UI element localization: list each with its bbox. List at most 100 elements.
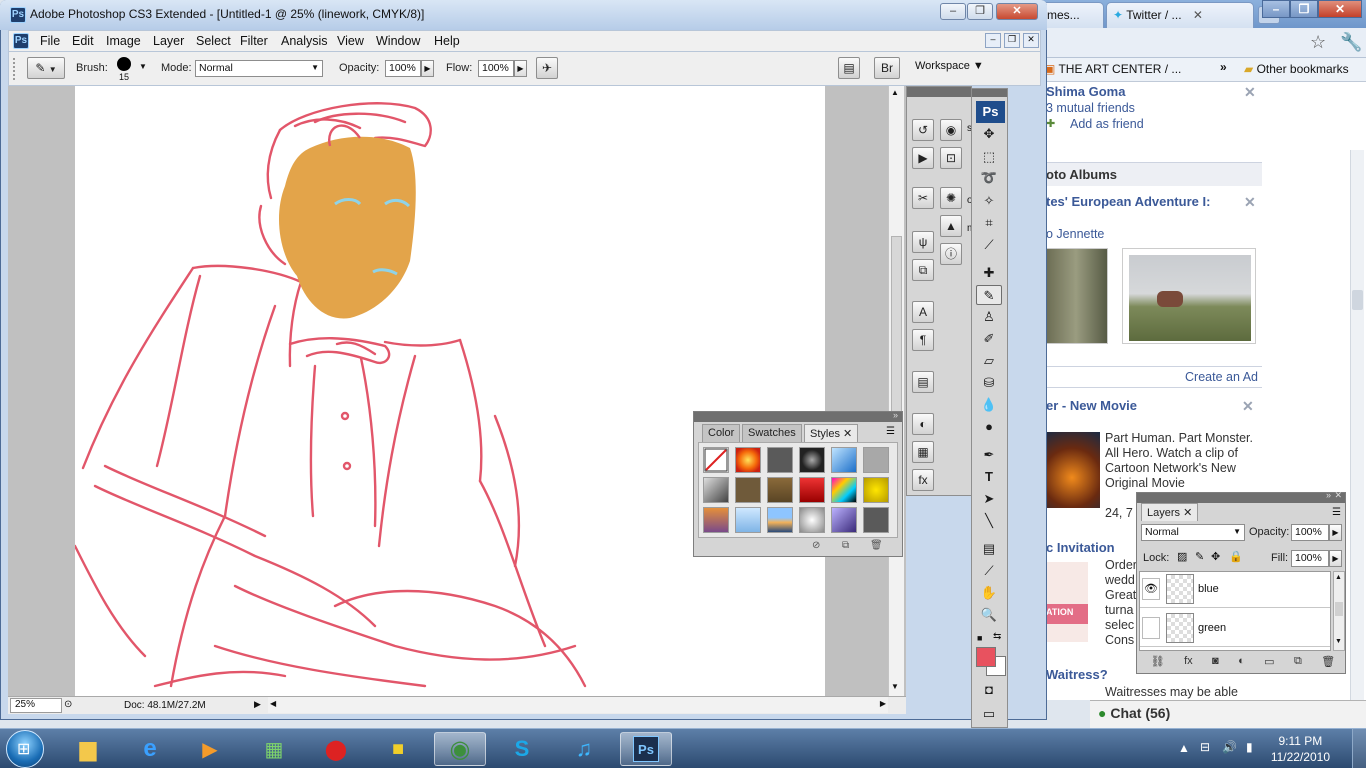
layer-comps-icon[interactable]: ▤ (912, 371, 934, 393)
screen-mode-icon[interactable]: ▭ (976, 704, 1002, 724)
palette-well-icon[interactable]: ▤ (838, 57, 860, 79)
scrollbar-thumb[interactable] (891, 236, 902, 436)
marquee-tool-icon[interactable]: ⬚ (976, 147, 1002, 167)
style-swatch[interactable] (767, 507, 793, 533)
wrench-icon[interactable]: 🔧 (1340, 32, 1362, 53)
link-layers-icon[interactable]: ⛓ (1151, 655, 1165, 673)
lock-pixels-icon[interactable]: ✎ (1195, 550, 1204, 563)
fill-slider-button[interactable]: ▶ (1329, 550, 1342, 567)
layer-row[interactable]: green (1140, 609, 1330, 647)
tool-presets-icon[interactable]: ✂ (912, 187, 934, 209)
style-swatch[interactable] (703, 507, 729, 533)
status-menu-arrow-icon[interactable]: ▶ (254, 699, 261, 710)
menu-select[interactable]: Select (196, 34, 231, 48)
taskbar-internet-explorer[interactable]: e (124, 732, 176, 766)
close-icon[interactable]: ✕ (1244, 84, 1256, 101)
character-icon[interactable]: A (912, 301, 934, 323)
ad-image[interactable]: ATION (1044, 562, 1088, 642)
line-tool-icon[interactable]: ╲ (976, 511, 1002, 531)
add-friend-link[interactable]: Add as friend (1070, 117, 1144, 131)
close-icon[interactable]: ✕ (1193, 8, 1203, 22)
eraser-tool-icon[interactable]: ▱ (976, 351, 1002, 371)
tab-swatches[interactable]: Swatches (742, 424, 802, 442)
close-button[interactable]: ✕ (1318, 0, 1362, 18)
opacity-slider-button[interactable]: ▶ (421, 60, 434, 77)
album-title[interactable]: tes' European Adventure I: (1046, 194, 1210, 209)
menu-view[interactable]: View (337, 34, 364, 48)
browser-scrollbar[interactable] (1350, 150, 1364, 700)
menu-file[interactable]: File (40, 34, 60, 48)
layers-scrollbar[interactable]: ▲ ▼ (1333, 571, 1345, 651)
signal-icon[interactable]: ▮ (1246, 740, 1253, 754)
opacity-slider-button[interactable]: ▶ (1329, 524, 1342, 541)
zoom-tool-icon[interactable]: 🔍 (976, 605, 1002, 625)
network-icon[interactable]: ⊟ (1200, 740, 1210, 754)
workspace-menu[interactable]: Workspace ▼ (915, 60, 984, 72)
ad-image[interactable] (1044, 432, 1100, 508)
hand-tool-icon[interactable]: ✋ (976, 583, 1002, 603)
brushes-icon[interactable]: ψ (912, 231, 934, 253)
layer-opacity-input[interactable]: 100% (1291, 524, 1329, 541)
mode-select[interactable]: Normal ▼ (195, 60, 323, 77)
layer-row[interactable]: 👁 blue (1140, 572, 1330, 608)
flow-input[interactable]: 100% (478, 60, 514, 77)
vertical-scrollbar[interactable]: ▲ ▼ (888, 86, 904, 696)
style-swatch[interactable] (735, 447, 761, 473)
scroll-right-icon[interactable]: ▶ (880, 699, 886, 708)
trash-icon[interactable]: 🗑 (1321, 655, 1335, 673)
taskbar-skype[interactable]: S (496, 732, 548, 766)
style-swatch[interactable] (831, 477, 857, 503)
taskbar-bird-app[interactable]: ■ (372, 732, 424, 766)
friend-suggestion-name[interactable]: Shima Goma (1046, 84, 1125, 99)
horizontal-scrollbar[interactable]: ◀ ▶ (268, 697, 888, 713)
style-swatch[interactable] (735, 477, 761, 503)
clear-style-icon[interactable]: ⊘ (812, 540, 820, 551)
quick-mask-icon[interactable]: ◘ (976, 680, 1002, 700)
maximize-button[interactable]: ❐ (1290, 0, 1318, 18)
photoshop-logo[interactable]: Ps (976, 101, 1005, 123)
magic-wand-tool-icon[interactable]: ✧ (976, 191, 1002, 211)
scroll-left-icon[interactable]: ◀ (270, 699, 276, 708)
photoshop-menu-icon[interactable]: Ps (13, 33, 29, 49)
pen-tool-icon[interactable]: ✒ (976, 445, 1002, 465)
histogram-icon[interactable]: ▲ (940, 215, 962, 237)
style-swatch[interactable] (831, 507, 857, 533)
clock[interactable]: 9:11 PM 11/22/2010 (1271, 733, 1330, 765)
style-swatch[interactable] (767, 447, 793, 473)
paragraph-icon[interactable]: ¶ (912, 329, 934, 351)
new-layer-icon[interactable]: ⧉ (1294, 655, 1302, 673)
taskbar-control-panel[interactable]: ▦ (248, 732, 300, 766)
clone-source-icon[interactable]: ⧉ (912, 259, 934, 281)
menu-help[interactable]: Help (434, 34, 460, 48)
taskbar-acrobat[interactable]: ⬤ (310, 732, 362, 766)
tray-overflow-icon[interactable]: ▲ (1178, 741, 1190, 755)
brush-tool-icon[interactable]: ✎ (976, 285, 1002, 305)
ad-title[interactable]: er - New Movie (1046, 398, 1137, 413)
start-button[interactable]: ⊞ (6, 730, 44, 768)
panel-menu-icon[interactable]: ☰ (1332, 507, 1341, 518)
fx-icon[interactable]: fx (1184, 655, 1193, 673)
album-owner-link[interactable]: o Jennette (1046, 227, 1104, 241)
doc-close-button[interactable]: ✕ (1023, 33, 1039, 48)
dock-grip[interactable] (907, 87, 971, 97)
navigator-icon[interactable]: ◉ (940, 119, 962, 141)
history-brush-tool-icon[interactable]: ✐ (976, 329, 1002, 349)
brush-tip-preview[interactable] (117, 57, 131, 71)
menu-edit[interactable]: Edit (72, 34, 94, 48)
minimize-button[interactable]: – (940, 3, 966, 20)
scroll-up-icon[interactable]: ▲ (891, 88, 899, 97)
close-icon[interactable]: ✕ (1334, 490, 1342, 501)
mutual-friends-link[interactable]: 3 mutual friends (1046, 101, 1135, 115)
bookmark-art-center[interactable]: ▣ THE ART CENTER / ... (1044, 62, 1181, 76)
volume-icon[interactable]: 🔊 (1222, 740, 1237, 754)
lock-transparency-icon[interactable]: ▨ (1177, 550, 1187, 563)
style-swatch[interactable] (767, 477, 793, 503)
scroll-down-icon[interactable]: ▼ (891, 682, 899, 691)
close-button[interactable]: ✕ (996, 3, 1038, 20)
grip-handle[interactable] (13, 58, 17, 80)
actions-icon[interactable]: ▶ (912, 147, 934, 169)
zoom-field[interactable]: 25% (10, 698, 62, 713)
blend-mode-select[interactable]: Normal ▼ (1141, 524, 1245, 541)
panel-grip[interactable]: » (694, 410, 902, 422)
style-swatch[interactable] (863, 447, 889, 473)
